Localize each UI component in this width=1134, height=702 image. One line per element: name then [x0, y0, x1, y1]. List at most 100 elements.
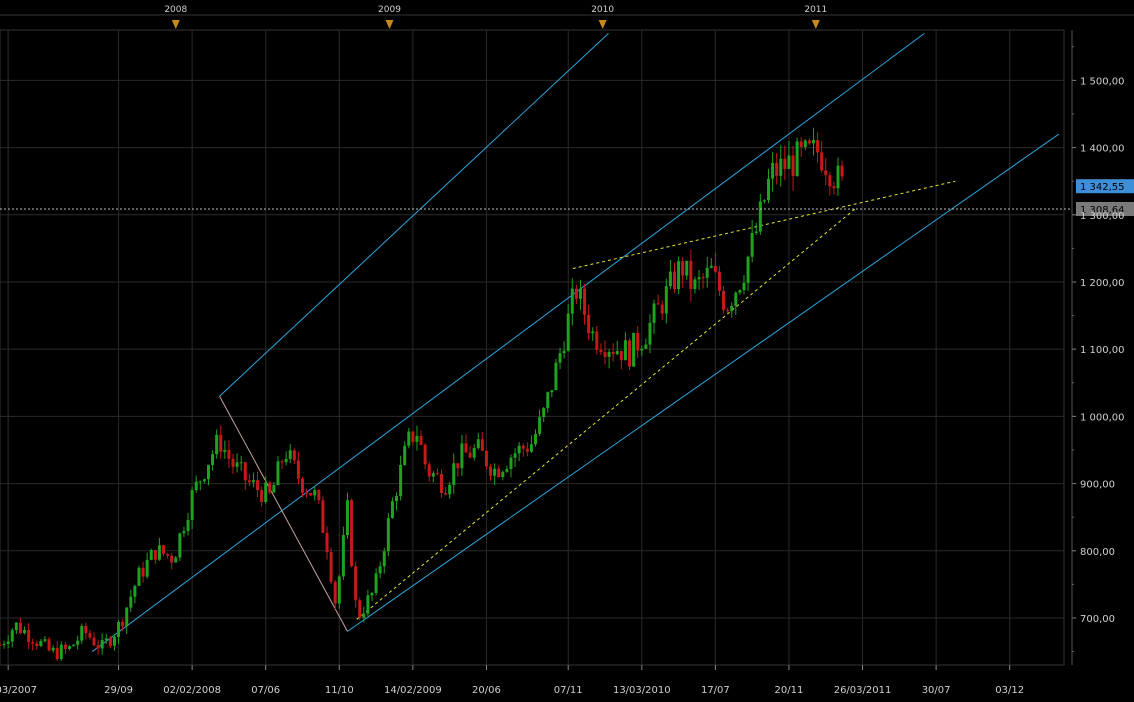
candle-down	[497, 468, 501, 477]
candle-up	[591, 331, 595, 334]
candle-up	[133, 585, 137, 597]
candle-up	[460, 443, 464, 469]
candle-down	[309, 492, 313, 496]
candle-up	[362, 613, 366, 618]
candle-down	[162, 545, 166, 554]
candle-down	[280, 461, 284, 463]
candle-up	[211, 454, 215, 465]
candle-down	[31, 642, 35, 644]
candle-up	[80, 626, 84, 641]
candle-up	[345, 500, 349, 536]
year-marker-label: 2011	[804, 5, 827, 15]
candle-up	[67, 646, 71, 649]
candle-up	[517, 445, 521, 454]
candle-up	[174, 557, 178, 563]
candle-up	[198, 481, 202, 483]
candle-down	[619, 351, 623, 361]
candle-down	[121, 621, 125, 627]
candle-up	[542, 408, 546, 418]
candle-up	[215, 434, 219, 455]
candle-up	[235, 462, 239, 467]
candle-down	[775, 162, 779, 176]
candle-up	[378, 566, 382, 574]
pitchfork-handle-line	[219, 395, 348, 632]
candle-down	[141, 567, 145, 577]
candle-up	[472, 447, 476, 458]
candle-down	[166, 553, 170, 556]
candle-up	[386, 518, 390, 552]
candle-down	[0, 644, 2, 646]
candle-up	[513, 453, 517, 458]
candle-down	[587, 314, 591, 334]
candle-up	[390, 501, 394, 519]
y-tick-label: 1 200,00	[1080, 278, 1125, 289]
candle-down	[256, 480, 260, 491]
candle-up	[251, 480, 255, 483]
candle-down	[231, 458, 235, 467]
candle-up	[452, 463, 456, 485]
candle-up	[578, 288, 582, 299]
candle-up	[284, 459, 288, 463]
candle-down	[840, 165, 844, 177]
candle-up	[493, 468, 497, 476]
candle-up	[23, 630, 27, 634]
candle-down	[63, 644, 67, 649]
candle-down	[599, 349, 603, 353]
candle-up	[72, 644, 76, 647]
candle-up	[529, 444, 533, 452]
candle-up	[223, 450, 227, 452]
candle-up	[382, 551, 386, 567]
candle-up	[337, 576, 341, 604]
y-tick-label: 700,00	[1080, 614, 1115, 625]
candle-down	[816, 140, 820, 153]
candle-down	[329, 552, 333, 582]
candle-up	[76, 640, 80, 645]
price-tag-label: 1 342,55	[1080, 182, 1125, 193]
chart-canvas[interactable]: 1 342,551 308,64 24/03/2007 29/09 02/02/20…	[0, 0, 1134, 702]
candle-up	[746, 256, 750, 283]
x-tick-label: 11/10	[325, 685, 354, 696]
candle-up	[137, 567, 141, 586]
current-price-lines: 1 342,551 308,64	[0, 179, 1134, 216]
candle-down	[321, 500, 325, 533]
candle-up	[795, 141, 799, 177]
candle-down	[791, 155, 795, 177]
candle-up	[186, 519, 190, 532]
year-marker-label: 2010	[591, 5, 614, 15]
candle-down	[358, 600, 362, 618]
x-axis: 24/03/2007 29/09 02/02/2008 07/06 11/10 14/02…	[0, 665, 1024, 696]
channel-line-middle	[91, 32, 925, 652]
trend-lines[interactable]	[356, 180, 956, 620]
y-axis: 700,00 800,00 900,00 1 000,00 1 100,00 1 200,…	[1071, 30, 1125, 665]
candle-down	[435, 473, 439, 475]
candle-down	[525, 448, 529, 452]
candle-up	[570, 288, 574, 314]
y-tick-label: 1 100,00	[1080, 345, 1125, 356]
candle-up	[145, 559, 149, 577]
candle-down	[832, 186, 836, 189]
candle-down	[260, 490, 264, 503]
candle-down	[489, 466, 493, 476]
candle-up	[59, 644, 63, 660]
candle-down	[47, 639, 51, 651]
candle-up	[415, 436, 419, 442]
candle-up	[771, 162, 775, 179]
x-tick-label: 24/03/2007	[0, 685, 37, 696]
candle-down	[636, 332, 640, 351]
candle-up	[39, 641, 43, 646]
candle-down	[464, 443, 468, 453]
candlestick-chart[interactable]: 1 342,551 308,64 24/03/2007 29/09 02/02/20…	[0, 0, 1134, 702]
year-markers: 2008 2009 2010 2011	[0, 5, 1134, 29]
candle-up	[125, 607, 129, 627]
candle-up	[562, 350, 566, 354]
candle-down	[656, 303, 660, 305]
plot-frame	[0, 29, 1065, 666]
candle-up	[677, 261, 681, 290]
x-tick-label: 07/06	[251, 685, 280, 696]
candle-up	[403, 445, 407, 465]
andrews-pitchfork[interactable]	[91, 32, 1060, 652]
candle-up	[754, 231, 758, 233]
candle-up	[509, 457, 513, 469]
candle-up	[14, 622, 18, 631]
candle-up	[239, 462, 243, 464]
